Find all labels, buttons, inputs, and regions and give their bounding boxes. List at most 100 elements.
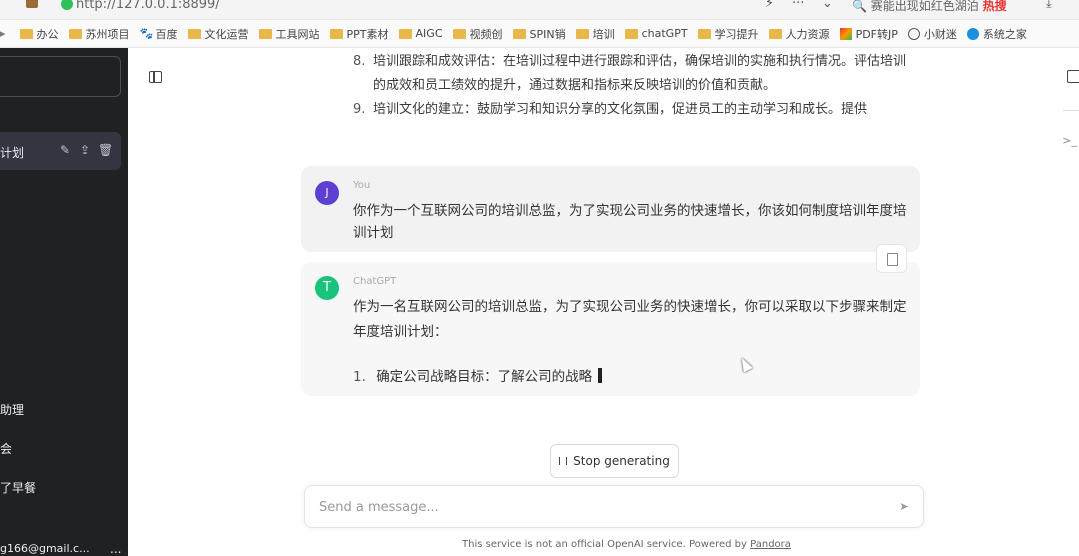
bookmarks-bar: ▸ 办公 苏州项目 🐾 百度 文化运营 工具网站 PPT素材 AIGC 视频创 SPIN销 培训 ch… bbox=[0, 20, 1079, 48]
bookmark-label: PDF转JP bbox=[855, 27, 898, 41]
bookmark-item[interactable]: chatGPT bbox=[624, 27, 688, 40]
folder-icon bbox=[398, 28, 412, 39]
bookmark-label: 小财迷 bbox=[923, 27, 957, 41]
bookmark-label: chatGPT bbox=[641, 27, 688, 40]
lightning-icon[interactable]: ⚡ bbox=[765, 0, 774, 11]
sender-name: ChatGPT bbox=[353, 276, 397, 287]
list-number: 9. bbox=[353, 102, 366, 117]
pandora-link[interactable]: Pandora bbox=[750, 539, 791, 550]
folder-icon bbox=[187, 28, 201, 39]
list-item: 8. 培训跟踪和成效评估：在培训过程中进行跟踪和评估，确保培训的实施和执行情况。… bbox=[353, 50, 913, 98]
extension-icon[interactable] bbox=[26, 0, 38, 8]
message-input[interactable] bbox=[319, 497, 879, 517]
sidebar-toggle-icon[interactable] bbox=[149, 71, 162, 83]
sidebar: 计划 ✎ ⇪ 🗑 助理 会 了早餐 g166@gmail.c... ... bbox=[0, 48, 128, 556]
bookmark-label: 视频创 bbox=[469, 27, 503, 41]
stop-generating-button[interactable]: Stop generating bbox=[550, 444, 679, 478]
bookmark-label: PPT素材 bbox=[346, 27, 389, 41]
sidebar-conversation-active[interactable]: 计划 ✎ ⇪ 🗑 bbox=[0, 132, 121, 170]
bookmark-label: 人力资源 bbox=[785, 27, 830, 41]
bookmark-item[interactable]: 办公 bbox=[19, 26, 59, 42]
account-more-icon[interactable]: ... bbox=[110, 542, 121, 556]
list-text: 培训文化的建立：鼓励学习和知识分享的文化氛围，促进员工的主动学习和成长。提供 bbox=[373, 102, 868, 117]
folder-icon bbox=[452, 28, 466, 39]
footer-text: This service is not an official OpenAI s… bbox=[462, 539, 747, 550]
bookmark-item[interactable]: 小财迷 bbox=[907, 26, 957, 42]
bookmark-item[interactable]: 文化运营 bbox=[187, 26, 249, 42]
bookmark-item[interactable]: 培训 bbox=[575, 26, 615, 42]
chevron-left-icon: ▸ bbox=[0, 27, 6, 40]
folder-icon bbox=[68, 28, 82, 39]
user-avatar: J bbox=[315, 181, 339, 205]
user-message: J You 你作为一个互联网公司的培训总监，为了实现公司业务的快速增长，你该如何… bbox=[301, 166, 920, 252]
list-text: 确定公司战略目标：了解公司的战略 bbox=[376, 369, 593, 385]
bookmark-item[interactable]: PPT素材 bbox=[329, 26, 389, 42]
secure-icon bbox=[61, 0, 73, 10]
edit-icon[interactable]: ✎ bbox=[58, 143, 72, 157]
chevron-down-icon[interactable]: ⌄ bbox=[822, 0, 833, 11]
bookmark-item[interactable]: PDF转JP bbox=[839, 26, 898, 42]
message-composer: ➤ bbox=[304, 485, 924, 528]
list-item: 1. 确定公司战略目标：了解公司的战略 bbox=[353, 365, 603, 385]
send-icon[interactable]: ➤ bbox=[897, 500, 911, 514]
bookmark-item[interactable]: 人力资源 bbox=[768, 26, 830, 42]
pdf-icon bbox=[839, 27, 852, 40]
message-text: 你作为一个互联网公司的培训总监，为了实现公司业务的快速增长，你该如何制度培训年度… bbox=[353, 203, 907, 241]
bookmark-item[interactable]: 学习提升 bbox=[697, 26, 759, 42]
bookmark-label: 学习提升 bbox=[714, 27, 759, 41]
account-email[interactable]: g166@gmail.c... bbox=[0, 542, 90, 555]
stop-generating-label: Stop generating bbox=[573, 454, 670, 468]
list-number: 1. bbox=[353, 369, 366, 385]
sidebar-item[interactable]: 助理 bbox=[0, 401, 24, 418]
bookmark-item[interactable]: 视频创 bbox=[452, 26, 503, 42]
bookmark-item[interactable]: SPIN销 bbox=[512, 26, 566, 42]
bookmark-item[interactable]: 工具网站 bbox=[258, 26, 320, 42]
sidebar-item[interactable]: 了早餐 bbox=[0, 479, 36, 496]
bookmark-label: 系统之家 bbox=[982, 27, 1027, 41]
address-bar[interactable]: http://127.0.0.1:8899/ bbox=[76, 0, 220, 12]
folder-icon bbox=[768, 28, 782, 39]
share-icon[interactable]: ⇪ bbox=[78, 143, 92, 157]
more-icon[interactable]: ··· bbox=[792, 0, 804, 11]
divider bbox=[1063, 110, 1079, 111]
bookmark-label: 办公 bbox=[36, 27, 59, 41]
windows-icon bbox=[966, 27, 979, 40]
bookmark-label: 培训 bbox=[592, 27, 615, 41]
folder-icon bbox=[329, 28, 343, 39]
copy-button[interactable] bbox=[876, 244, 907, 273]
folder-icon bbox=[575, 28, 589, 39]
bookmark-item[interactable]: 🐾 百度 bbox=[140, 26, 178, 42]
folder-icon bbox=[258, 28, 272, 39]
folder-icon bbox=[19, 28, 33, 39]
browser-toolbar: http://127.0.0.1:8899/ ⚡ ··· ⌄ 🔍 赛能出现如红色… bbox=[0, 0, 1079, 20]
list-number: 8. bbox=[353, 54, 366, 69]
typing-cursor bbox=[598, 368, 603, 383]
bookmark-label: AIGC bbox=[415, 27, 443, 40]
bookmarks-more[interactable]: ▸ bbox=[0, 27, 10, 40]
paw-icon: 🐾 bbox=[139, 26, 154, 40]
globe-icon bbox=[907, 27, 920, 40]
bookmark-label: 工具网站 bbox=[275, 27, 320, 41]
bookmark-label: SPIN销 bbox=[529, 27, 566, 41]
trash-icon[interactable]: 🗑 bbox=[98, 143, 113, 157]
sender-name: You bbox=[353, 180, 371, 191]
assistant-message: T ChatGPT 作为一名互联网公司的培训总监，为了实现公司业务的快速增长，你… bbox=[301, 244, 920, 396]
download-icon[interactable]: ⤓ bbox=[1046, 0, 1052, 11]
sidebar-item[interactable]: 会 bbox=[0, 440, 12, 457]
search-icon: 🔍 bbox=[852, 0, 867, 13]
expand-icon[interactable]: >_ bbox=[1062, 134, 1077, 147]
bookmark-label: 百度 bbox=[155, 27, 178, 41]
stop-icon bbox=[559, 457, 568, 465]
bookmark-item[interactable]: AIGC bbox=[398, 27, 443, 40]
bookmark-item[interactable]: 系统之家 bbox=[966, 26, 1027, 42]
browser-search[interactable]: 🔍 赛能出现如红色湖泊 热搜 bbox=[852, 0, 1036, 15]
hot-badge: 热搜 bbox=[982, 0, 1007, 13]
folder-icon bbox=[624, 28, 638, 39]
new-chat-icon[interactable] bbox=[1067, 70, 1079, 83]
new-chat-button[interactable] bbox=[0, 56, 121, 97]
folder-icon bbox=[512, 28, 526, 39]
bookmark-item[interactable]: 苏州项目 bbox=[68, 26, 130, 42]
list-item: 9. 培训文化的建立：鼓励学习和知识分享的文化氛围，促进员工的主动学习和成长。提… bbox=[353, 98, 913, 122]
conversation-title: 计划 bbox=[0, 146, 25, 160]
chatgpt-avatar: T bbox=[315, 276, 339, 300]
